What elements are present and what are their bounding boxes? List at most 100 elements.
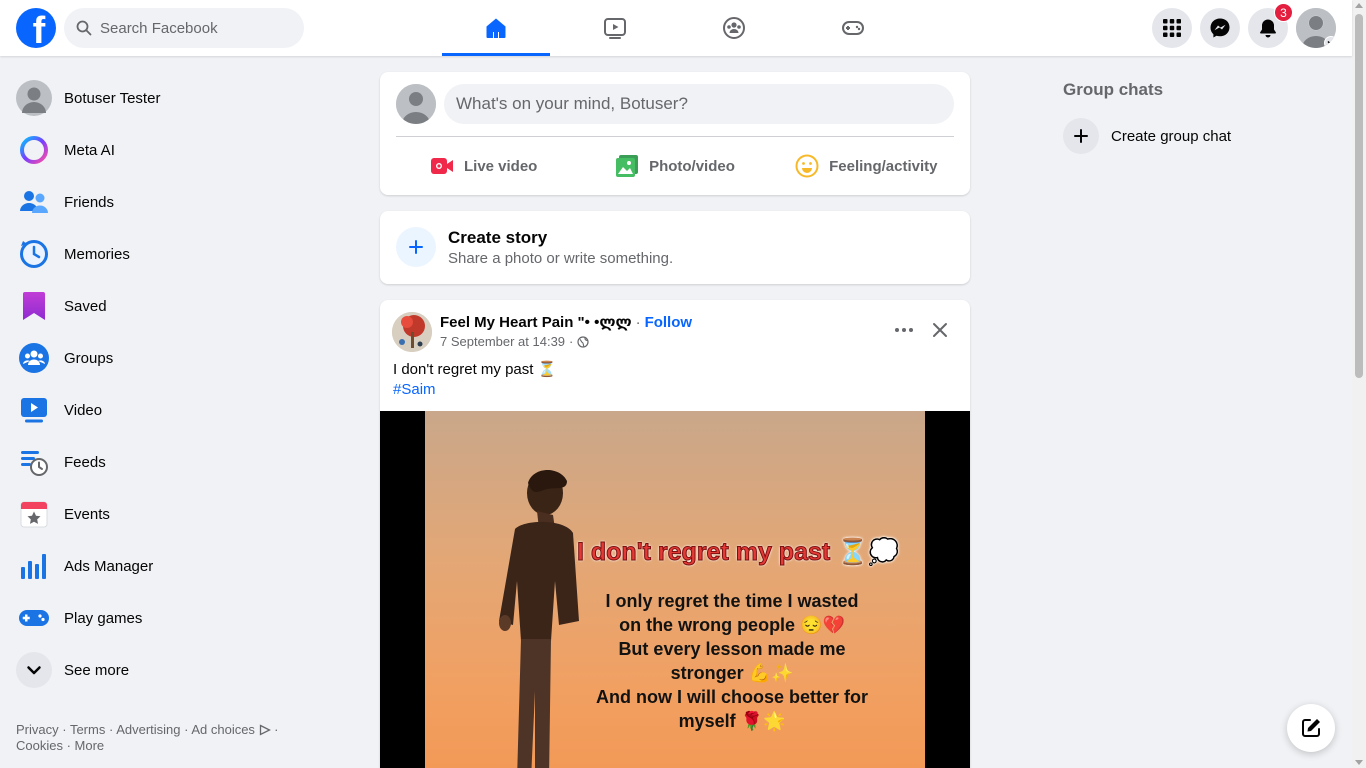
image-line: stronger 💪✨: [670, 663, 794, 683]
sidebar-item-friends[interactable]: Friends: [8, 176, 348, 228]
post-hashtag[interactable]: #Saim: [393, 380, 556, 400]
notifications-button[interactable]: 3: [1248, 3, 1293, 48]
image-body-text: I only regret the time I wasted on the w…: [577, 589, 887, 733]
memories-icon: [16, 236, 52, 272]
messenger-button[interactable]: [1200, 8, 1240, 48]
footer-ad-choices-link[interactable]: Ad choices: [191, 722, 255, 737]
post-composer: What's on your mind, Botuser? Live video…: [380, 72, 970, 195]
post-author-line: Feel My Heart Pain "• •ლლ · Follow: [440, 313, 693, 332]
post-meta: 7 September at 14:39 ·: [440, 334, 589, 349]
follow-button[interactable]: Follow: [645, 314, 693, 331]
account-avatar[interactable]: [1296, 8, 1336, 48]
sidebar-item-memories[interactable]: Memories: [8, 228, 348, 280]
man-silhouette: [499, 469, 579, 768]
plus-icon: [396, 227, 436, 267]
ads-manager-icon: [16, 548, 52, 584]
search-box[interactable]: [64, 8, 304, 48]
sidebar-item-ads-manager[interactable]: Ads Manager: [8, 540, 348, 592]
page-scrollbar[interactable]: [1352, 0, 1366, 768]
image-title-text: I don't regret my past ⏳💭: [576, 538, 900, 567]
search-icon: [76, 20, 92, 36]
photo-video-button[interactable]: Photo/video: [579, 144, 770, 188]
tab-home[interactable]: [442, 0, 550, 56]
post-author-name[interactable]: Feel My Heart Pain "• •ლლ: [440, 313, 632, 331]
photo-video-label: Photo/video: [649, 157, 735, 175]
gaming-icon: [842, 21, 864, 35]
play-games-icon: [16, 600, 52, 636]
chevron-down-icon: [1324, 36, 1336, 48]
sidebar-item-label: Events: [64, 505, 110, 523]
sidebar-item-label: Ads Manager: [64, 557, 154, 575]
sidebar-item-profile[interactable]: Botuser Tester: [8, 72, 348, 124]
live-video-icon: [430, 158, 453, 174]
create-story-subtitle: Share a photo or write something.: [448, 250, 674, 267]
group-chats-heading: Group chats: [1063, 80, 1164, 99]
post-text: I don't regret my past ⏳ #Saim: [393, 360, 556, 400]
bell-icon: [1260, 19, 1276, 38]
top-navigation-bar: f 3: [0, 0, 1352, 56]
sidebar-item-label: Feeds: [64, 453, 106, 471]
search-input[interactable]: [100, 19, 290, 37]
sidebar-item-groups[interactable]: Groups: [8, 332, 348, 384]
left-sidebar: Botuser Tester Meta AI Friends Memories …: [8, 72, 348, 696]
grid-menu-icon: [1163, 19, 1181, 37]
sidebar-item-meta-ai[interactable]: Meta AI: [8, 124, 348, 176]
scroll-thumb[interactable]: [1355, 14, 1363, 378]
image-line: myself 🌹🌟: [678, 711, 786, 731]
live-video-button[interactable]: Live video: [388, 144, 579, 188]
scroll-up-arrow[interactable]: [1355, 3, 1363, 8]
live-video-label: Live video: [463, 157, 538, 175]
post-timestamp[interactable]: 7 September at 14:39: [440, 334, 565, 349]
globe-icon: [577, 335, 589, 348]
messenger-icon: [1210, 18, 1230, 38]
sidebar-item-video[interactable]: Video: [8, 384, 348, 436]
composer-divider: [396, 136, 954, 137]
whats-on-your-mind-input[interactable]: What's on your mind, Botuser?: [444, 84, 954, 124]
hide-post-button[interactable]: [924, 314, 956, 346]
sidebar-item-feeds[interactable]: Feeds: [8, 436, 348, 488]
footer-links: Privacy · Terms · Advertising · Ad choic…: [16, 722, 279, 753]
tab-gaming[interactable]: [799, 0, 907, 56]
create-story-card[interactable]: Create story Share a photo or write some…: [380, 211, 970, 284]
separator-dot: ·: [635, 313, 641, 331]
scroll-down-arrow[interactable]: [1355, 760, 1363, 765]
footer-cookies-link[interactable]: Cookies: [16, 738, 63, 753]
feeling-activity-label: Feeling/activity: [829, 157, 938, 175]
footer-privacy-link[interactable]: Privacy: [16, 722, 59, 737]
sidebar-item-play-games[interactable]: Play games: [8, 592, 348, 644]
close-icon: [933, 323, 947, 337]
image-line: on the wrong people 😔💔: [619, 615, 845, 635]
home-icon: [486, 18, 506, 38]
more-horizontal-icon: [895, 328, 913, 332]
footer-terms-link[interactable]: Terms: [70, 722, 105, 737]
composer-actions: Live video Photo/video Feeling/activity: [388, 144, 962, 188]
footer-advertising-link[interactable]: Advertising: [116, 722, 180, 737]
sidebar-item-see-more[interactable]: See more: [8, 644, 348, 696]
sidebar-item-saved[interactable]: Saved: [8, 280, 348, 332]
photo-icon: [616, 155, 639, 177]
composer-avatar[interactable]: [396, 84, 436, 124]
facebook-logo[interactable]: f: [16, 8, 56, 48]
feeling-activity-button[interactable]: Feeling/activity: [771, 144, 962, 188]
compose-icon: [1302, 719, 1320, 737]
tab-groups[interactable]: [680, 0, 788, 56]
post-media[interactable]: I don't regret my past ⏳💭 I only regret …: [380, 411, 970, 768]
tab-video[interactable]: [561, 0, 669, 56]
post-image: I don't regret my past ⏳💭 I only regret …: [425, 411, 925, 768]
post-author-avatar[interactable]: [392, 312, 432, 352]
sidebar-item-events[interactable]: Events: [8, 488, 348, 540]
notification-badge: 3: [1274, 3, 1293, 22]
menu-button[interactable]: [1152, 8, 1192, 48]
feed-post: Feel My Heart Pain "• •ლლ · Follow 7 Sep…: [380, 300, 970, 768]
image-line: And now I will choose better for: [595, 687, 868, 707]
create-group-chat-label: Create group chat: [1111, 127, 1232, 145]
sidebar-item-label: Saved: [64, 297, 107, 315]
create-story-title: Create story: [448, 228, 548, 247]
groups-icon: [16, 340, 52, 376]
post-options-button[interactable]: [888, 314, 920, 346]
meta-ai-icon: [16, 132, 52, 168]
create-group-chat-button[interactable]: Create group chat: [1063, 116, 1231, 156]
new-message-button[interactable]: [1287, 704, 1335, 752]
footer-more-link[interactable]: More: [75, 738, 105, 753]
plus-icon: [1063, 118, 1099, 154]
